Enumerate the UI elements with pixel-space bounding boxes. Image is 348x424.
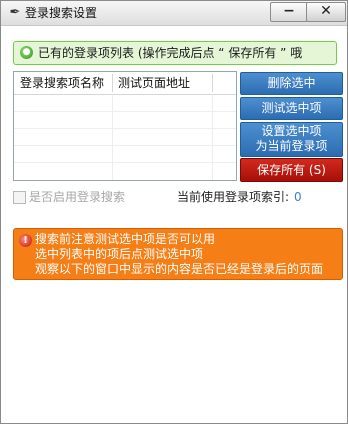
column-header-name[interactable]: 登录搜索项名称 <box>20 76 104 91</box>
warning-panel: ! 搜索前注意测试选中项是否可以用 选中列表中的项后点测试选中项 观察以下的窗口… <box>13 228 343 280</box>
test-selected-button[interactable]: 测试选中项 <box>240 97 343 120</box>
settings-window: ✒ 登录搜索设置 − ✕ ● 已有的登录项列表 (操作完成后点 “ 保存所有 ”… <box>0 0 348 424</box>
info-banner: ● 已有的登录项列表 (操作完成后点 “ 保存所有 ” 哦 <box>13 41 337 65</box>
title-bar[interactable]: ✒ 登录搜索设置 − ✕ <box>1 1 347 26</box>
window-title: 登录搜索设置 <box>25 6 98 20</box>
close-button[interactable]: ✕ <box>306 2 346 22</box>
save-all-button[interactable]: 保存所有 (S) <box>240 158 343 182</box>
grid-line <box>14 111 236 112</box>
delete-selected-button[interactable]: 删除选中 <box>240 72 343 95</box>
banner-text: 已有的登录项列表 (操作完成后点 “ 保存所有 ” 哦 <box>38 46 303 60</box>
list-header: 登录搜索项名称 测试页面地址 <box>14 72 236 95</box>
grid-line <box>14 128 236 129</box>
current-index-label: 当前使用登录项索引: <box>177 190 290 204</box>
warning-line: 观察以下的窗口中显示的内容是否已经是登录后的页面 <box>35 262 324 276</box>
info-icon: ● <box>20 46 33 59</box>
button-label-line1: 设置选中项 <box>261 124 322 138</box>
enable-login-search-checkbox[interactable] <box>13 191 26 204</box>
grid-line <box>212 94 213 180</box>
warning-line: 搜索前注意测试选中项是否可以用 <box>35 232 216 246</box>
warning-line: 选中列表中的项后点测试选中项 <box>35 247 204 261</box>
pen-icon: ✒ <box>9 5 21 20</box>
minimize-button[interactable]: − <box>270 2 308 22</box>
grid-line <box>14 145 236 146</box>
grid-line <box>14 162 236 163</box>
enable-login-search-label[interactable]: 是否启用登录搜索 <box>29 189 125 205</box>
column-divider <box>112 74 113 92</box>
set-current-login-button[interactable]: 设置选中项 为当前登录项 <box>240 122 343 157</box>
button-label-line2: 为当前登录项 <box>255 139 328 153</box>
column-header-url[interactable]: 测试页面地址 <box>118 76 190 91</box>
alert-icon: ! <box>19 234 32 247</box>
login-items-list[interactable]: 登录搜索项名称 测试页面地址 <box>13 71 237 181</box>
column-divider <box>212 74 213 92</box>
grid-line <box>112 94 113 180</box>
current-index-value: 0 <box>294 190 302 204</box>
